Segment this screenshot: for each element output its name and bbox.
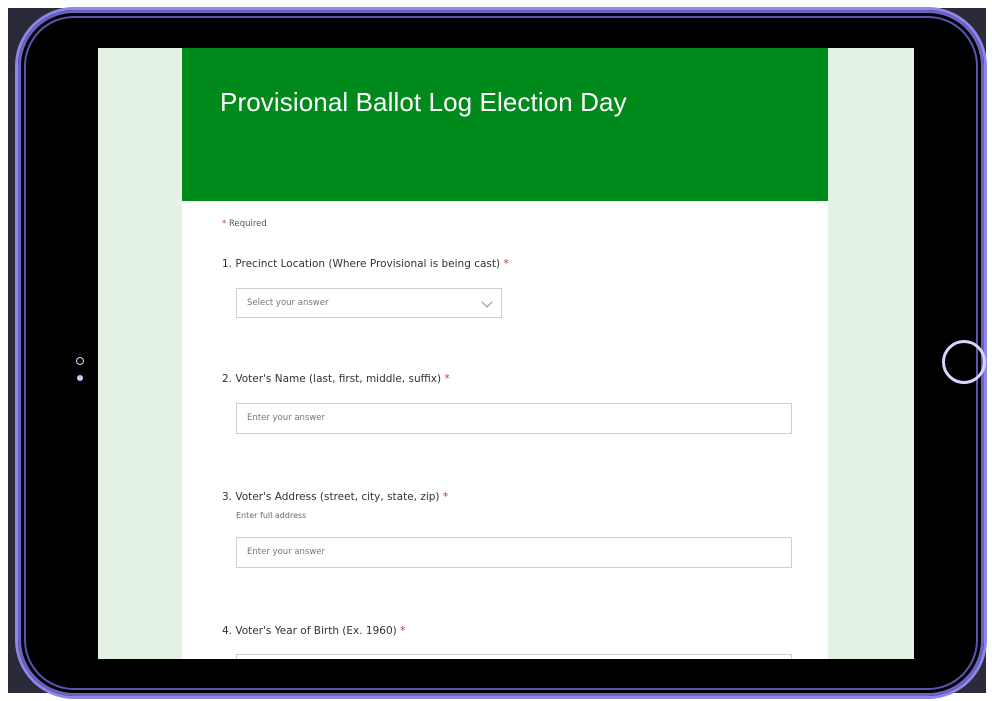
question-4-text: 4. Voter's Year of Birth (Ex. 1960) <box>222 625 397 637</box>
required-note-text: Required <box>228 219 267 229</box>
camera-icon <box>76 357 84 365</box>
required-marker: * <box>400 625 406 637</box>
question-4-label: 4. Voter's Year of Birth (Ex. 1960) * <box>222 625 405 637</box>
question-3-subtitle: Enter full address <box>236 511 307 520</box>
sensor-icon <box>77 375 83 381</box>
form-card: Provisional Ballot Log Election Day * Re… <box>182 48 828 659</box>
input-placeholder: Enter your answer <box>247 547 326 557</box>
voter-birth-year-input[interactable] <box>236 654 792 659</box>
question-1-text: 1. Precinct Location (Where Provisional … <box>222 258 501 270</box>
voter-name-input[interactable]: Enter your answer <box>236 403 792 434</box>
required-note: * Required <box>222 219 267 229</box>
front-camera <box>76 357 84 385</box>
question-3-label: 3. Voter's Address (street, city, state,… <box>222 491 448 503</box>
question-1-label: 1. Precinct Location (Where Provisional … <box>222 258 509 270</box>
required-marker: * <box>222 219 227 229</box>
question-2-label: 2. Voter's Name (last, first, middle, su… <box>222 373 450 385</box>
home-button[interactable] <box>942 340 986 384</box>
question-3-text: 3. Voter's Address (street, city, state,… <box>222 491 440 503</box>
input-placeholder: Enter your answer <box>247 413 326 423</box>
tablet-screen: Provisional Ballot Log Election Day * Re… <box>98 48 914 659</box>
chevron-down-icon <box>481 296 493 308</box>
required-marker: * <box>444 373 450 385</box>
precinct-location-dropdown[interactable]: Select your answer <box>236 288 502 318</box>
voter-address-input[interactable]: Enter your answer <box>236 537 792 568</box>
required-marker: * <box>442 491 449 503</box>
dropdown-placeholder: Select your answer <box>247 298 329 308</box>
form-banner: Provisional Ballot Log Election Day <box>182 48 828 201</box>
required-marker: * <box>503 258 509 270</box>
form-title: Provisional Ballot Log Election Day <box>220 87 627 117</box>
question-2-text: 2. Voter's Name (last, first, middle, su… <box>222 373 442 385</box>
